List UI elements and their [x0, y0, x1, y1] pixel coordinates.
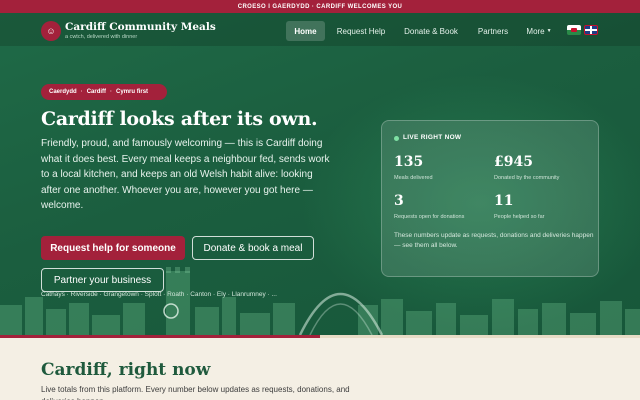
welcome-banner: CROESO I GAERDYDD · CARDIFF WELCOMES YOU [0, 0, 640, 13]
stat-meals-label: Meals delivered [394, 175, 433, 181]
brand-name[interactable]: Cardiff Community Meals [65, 21, 216, 33]
section-title: Cardiff, right now [41, 360, 211, 380]
nav-more-label: More [526, 26, 545, 36]
location-tags: Caerdydd · Cardiff · Cymru first [41, 84, 167, 100]
stat-helped-value: 11 [494, 193, 514, 209]
stat-requests-label: Requests open for donations [394, 214, 465, 220]
uk-flag-icon[interactable] [584, 25, 598, 35]
stat-helped-label: People helped so far [494, 214, 545, 220]
brand-tagline: a cwtch, delivered with dinner [65, 34, 138, 40]
nav-donate-book[interactable]: Donate & Book [399, 21, 463, 41]
stat-meals-value: 135 [394, 154, 424, 170]
nav-home[interactable]: Home [286, 21, 325, 41]
section-divider [0, 335, 640, 338]
stat-donated-value: £945 [494, 154, 533, 170]
caret-down-icon: ▼ [546, 28, 552, 34]
live-title: LIVE RIGHT NOW [403, 134, 462, 141]
tag-caerdydd: Caerdydd [49, 89, 77, 95]
welsh-flag-icon[interactable] [567, 25, 581, 35]
nav-more[interactable]: More ▼ [523, 21, 555, 41]
cardiff-skyline-illustration [0, 267, 640, 335]
section-description: Live totals from this platform. Every nu… [41, 385, 350, 400]
hero-headline: Cardiff looks after its own. [41, 108, 318, 130]
stat-donated-label: Donated by the community [494, 175, 560, 181]
main-navigation: ☺ Cardiff Community Meals a cwtch, deliv… [0, 13, 640, 46]
tag-cardiff: Cardiff [86, 89, 107, 95]
logo[interactable]: ☺ [41, 21, 61, 41]
tag-cymru-first: Cymru first [116, 89, 149, 95]
smile-icon: ☺ [46, 26, 56, 36]
neighbourhood-list: Cathays · Riverside · Grangetown · Splot… [41, 291, 277, 298]
hero-section: ☺ Cardiff Community Meals a cwtch, deliv… [0, 13, 640, 335]
stat-requests-value: 3 [394, 193, 404, 209]
hero-intro: Friendly, proud, and famously welcoming … [41, 138, 330, 211]
nav-request-help[interactable]: Request Help [331, 21, 391, 41]
dot-separator: · [110, 89, 113, 95]
dot-separator: · [80, 89, 83, 95]
nav-partners[interactable]: Partners [472, 21, 514, 41]
live-indicator-icon [394, 136, 399, 141]
